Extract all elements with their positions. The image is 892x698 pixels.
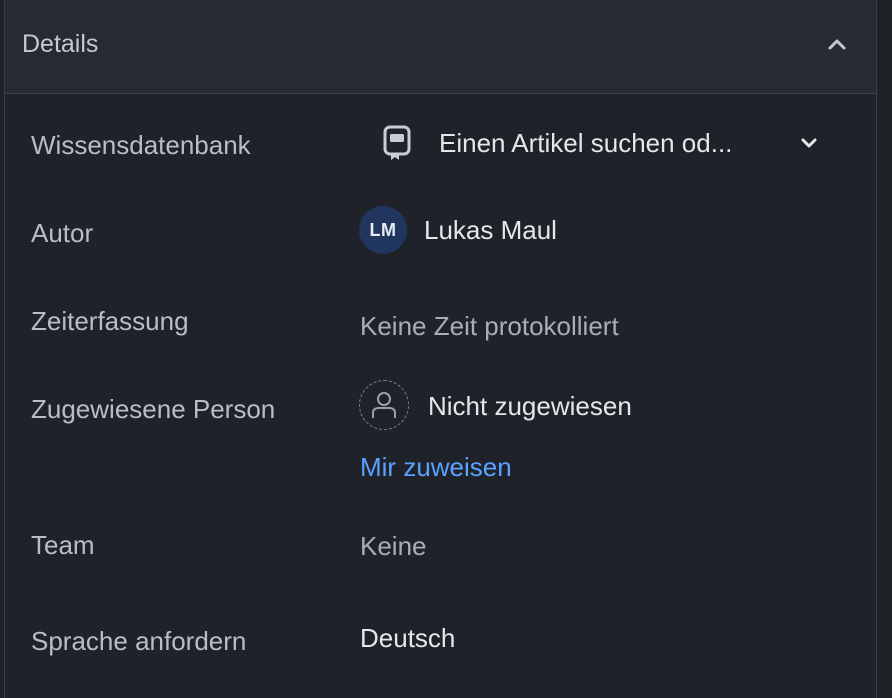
details-title: Details: [22, 30, 99, 58]
details-header[interactable]: Details: [5, 0, 876, 94]
assignee-label: Zugewiesene Person: [31, 394, 276, 424]
author-label: Autor: [31, 218, 94, 248]
team-label: Team: [31, 530, 95, 560]
assign-to-me-link[interactable]: Mir zuweisen: [360, 450, 512, 484]
author-name[interactable]: Lukas Maul: [424, 213, 557, 247]
knowledge-base-search-text: Einen Artikel suchen od...: [439, 127, 733, 158]
language-value[interactable]: Deutsch: [360, 621, 455, 655]
time-tracking-label: Zeiterfassung: [31, 306, 189, 336]
unassigned-avatar[interactable]: [359, 380, 409, 430]
author-initials: LM: [369, 219, 397, 240]
book-icon: [380, 123, 414, 163]
chevron-up-icon: [828, 39, 846, 50]
language-label: Sprache anfordern: [31, 626, 247, 656]
author-avatar: LM: [359, 206, 407, 254]
chevron-down-icon[interactable]: [797, 131, 821, 155]
knowledge-base-select[interactable]: Einen Artikel suchen od...: [380, 118, 830, 168]
knowledge-base-label: Wissensdatenbank: [31, 130, 251, 160]
team-value[interactable]: Keine: [360, 529, 427, 563]
assignee-value[interactable]: Nicht zugewiesen: [428, 389, 632, 423]
time-tracking-value: Keine Zeit protokolliert: [360, 311, 619, 341]
person-icon: [372, 392, 396, 418]
details-panel: Details Wissensdatenbank Einen Artikel s…: [4, 0, 877, 698]
collapse-button[interactable]: [823, 30, 851, 58]
